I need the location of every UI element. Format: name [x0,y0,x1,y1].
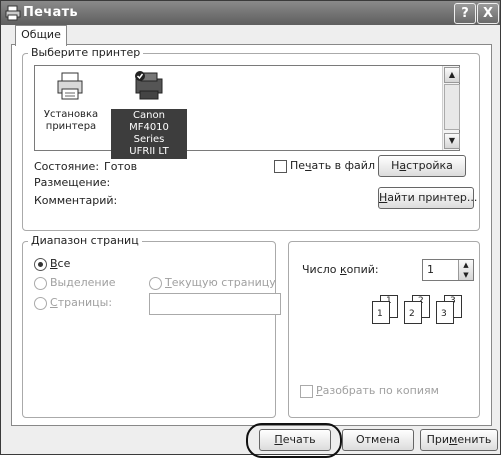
page-number: 2 [409,309,415,319]
label-part: се [57,257,71,270]
label-part: При [426,433,450,446]
pages-input[interactable] [149,293,281,315]
printer-add-line1: Установка [43,109,99,120]
printer-app-icon [5,5,21,21]
label-part: Р [316,384,323,397]
scroll-thumb[interactable] [444,84,460,130]
label-part: С [50,296,58,309]
settings-button[interactable]: Настройка [378,155,466,177]
apply-button[interactable]: Применить [420,429,498,451]
page-range-label: Диапазон страниц [28,234,142,247]
printer-item-canon[interactable]: Canon MF4010 Series UFRII LT [111,69,187,159]
range-current-page-label[interactable]: Текущую страницу [165,276,276,289]
label-part: ечать [282,433,316,446]
label-part: енить [457,433,492,446]
print-button[interactable]: Печать [259,429,331,451]
range-pages-radio[interactable] [34,297,47,310]
printer-add-icon [57,72,83,100]
copies-label: Число копий: [302,263,379,276]
close-button[interactable]: X [477,3,499,24]
label-part: екущую страницу [171,276,276,289]
range-current-page-radio[interactable] [149,277,162,290]
label-part: опий: [346,263,379,276]
find-printer-button[interactable]: Найти принтер... [378,187,478,209]
range-selection-label[interactable]: Выделение [50,276,116,289]
label-part: айти принтер... [387,191,478,204]
collate-preview: 1 1 2 2 3 3 [372,295,482,335]
label-part: П [274,433,283,446]
radio-dot [38,262,43,267]
label-part: Число [302,263,340,276]
label-part: азобрать по копиям [322,384,439,397]
collate-checkbox[interactable] [300,385,313,398]
printer-item-label: Canon MF4010 Series UFRII LT [111,109,187,159]
label-part: Пе [290,159,306,172]
printer-canon-line3: UFRII LT [129,146,169,157]
label-part: Вы [50,276,67,289]
page-number: 3 [441,309,447,319]
range-all-label[interactable]: Все [50,257,70,270]
printer-list-scrollbar[interactable]: ▲ ▼ [442,66,460,150]
range-selection-radio[interactable] [34,277,47,290]
label-part: еление [73,276,116,289]
page-number: 1 [377,309,383,319]
collate-page: 2 [404,301,422,324]
printer-add-line2: принтера [45,121,97,132]
window-title: Печать [23,5,78,20]
location-label: Размещение: [34,176,111,189]
label-part: д [66,276,74,289]
help-button[interactable]: ? [454,3,476,24]
print-to-file-checkbox[interactable] [274,160,287,173]
collate-page: 1 [372,301,390,324]
stepper-arrows-icon[interactable]: ▲ ▼ [458,260,473,280]
printer-item-label: Установка принтера [41,109,101,133]
label-part: В [50,257,58,270]
printer-group-label: Выберите принтер [28,46,144,59]
range-all-radio[interactable] [34,258,47,271]
printer-default-icon [135,71,163,100]
copies-value: 1 [427,263,434,276]
title-bar[interactable]: Печать ? X [1,1,500,25]
label-part: стройка [406,159,453,172]
print-dialog: Печать ? X Общие Выберите принтер Устано… [0,0,501,458]
status-value: Готов [104,160,138,173]
printer-list[interactable]: Установка принтера Canon MF4010 Series U… [34,65,460,159]
cancel-button[interactable]: Отмена [342,429,414,451]
collate-page: 3 [436,301,454,324]
printer-item-add[interactable]: Установка принтера [41,69,101,133]
label-part: ать в файл [311,159,375,172]
scroll-down-icon[interactable]: ▼ [444,133,460,149]
scroll-up-icon[interactable]: ▲ [444,67,460,83]
status-label: Состояние: [34,160,100,173]
copies-stepper[interactable]: 1 ▲ ▼ [422,259,474,281]
print-to-file-label[interactable]: Печать в файл [290,159,375,172]
printer-canon-line2: MF4010 Series [129,122,169,145]
printer-canon-line1: Canon [133,110,165,121]
label-part: Т [165,276,172,289]
general-panel: Выберите принтер Установка принтера Cano… [11,44,492,426]
comment-label: Комментарий: [34,194,118,207]
collate-label[interactable]: Разобрать по копиям [316,384,439,397]
label-part: к [340,263,347,276]
label-part: траницы: [57,296,113,309]
tab-general[interactable]: Общие [15,25,67,46]
range-pages-label[interactable]: Страницы: [50,296,112,309]
